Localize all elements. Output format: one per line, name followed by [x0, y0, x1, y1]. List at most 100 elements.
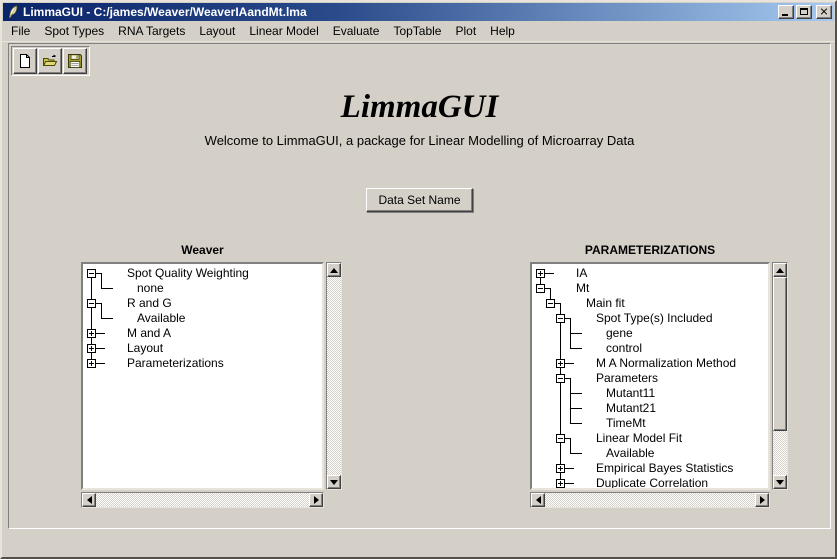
tree-item-label[interactable]: Empirical Bayes Statistics — [596, 461, 733, 476]
parameterizations-tree-panel: PARAMETERIZATIONS IAMtMain fitSpot Type(… — [530, 243, 788, 508]
scroll-up-button[interactable] — [327, 263, 341, 277]
tree-line — [570, 446, 571, 453]
tree-line — [564, 483, 574, 484]
page-title: LimmaGUI — [9, 88, 830, 126]
tree-line — [544, 273, 554, 274]
parameterizations-vertical-scrollbar[interactable] — [772, 262, 788, 490]
tree-line — [570, 438, 571, 446]
menu-item-help[interactable]: Help — [483, 22, 522, 40]
tree-item-label[interactable]: gene — [606, 326, 633, 341]
weaver-tree-view: Spot Quality WeightingnoneR and GAvailab… — [81, 262, 324, 490]
scroll-up-button[interactable] — [773, 263, 787, 277]
collapse-toggle-icon[interactable] — [556, 374, 565, 383]
collapse-toggle-icon[interactable] — [556, 434, 565, 443]
tree-item-label[interactable]: Mutant21 — [606, 401, 656, 416]
menu-item-layout[interactable]: Layout — [192, 22, 242, 40]
scroll-thumb[interactable] — [773, 277, 787, 431]
scroll-left-button[interactable] — [82, 493, 96, 507]
toolbar — [11, 46, 90, 76]
tree-row: Spot Quality Weighting — [83, 266, 322, 281]
menu-item-toptable[interactable]: TopTable — [386, 22, 448, 40]
tree-item-label[interactable]: Spot Type(s) Included — [596, 311, 713, 326]
tree-line — [95, 348, 105, 349]
tree-item-label[interactable]: R and G — [127, 296, 172, 311]
title-bar[interactable]: LimmaGUI - C:/james/Weaver/WeaverIAandMt… — [3, 3, 834, 21]
collapse-toggle-icon[interactable] — [546, 299, 555, 308]
expand-toggle-icon[interactable] — [87, 344, 96, 353]
tree-item-label[interactable]: M A Normalization Method — [596, 356, 736, 371]
tree-line — [570, 453, 582, 454]
open-file-button[interactable] — [38, 48, 62, 74]
arrow-left-icon — [536, 496, 541, 504]
scroll-right-button[interactable] — [309, 493, 323, 507]
expand-toggle-icon[interactable] — [87, 359, 96, 368]
scroll-left-button[interactable] — [531, 493, 545, 507]
maximize-icon — [800, 8, 808, 15]
scroll-track[interactable] — [327, 277, 341, 475]
tree-item-label[interactable]: Duplicate Correlation — [596, 476, 708, 490]
collapse-toggle-icon[interactable] — [87, 299, 96, 308]
tree-item-label[interactable]: Mt — [576, 281, 589, 296]
scroll-right-button[interactable] — [755, 493, 769, 507]
tree-item-label[interactable]: M and A — [127, 326, 171, 341]
arrow-down-icon — [776, 480, 784, 485]
collapse-toggle-icon[interactable] — [556, 314, 565, 323]
new-file-button[interactable] — [13, 48, 37, 74]
arrow-right-icon — [760, 496, 765, 504]
tree-line — [570, 333, 571, 341]
data-set-name-button[interactable]: Data Set Name — [366, 188, 472, 212]
save-file-button[interactable] — [63, 48, 87, 74]
menu-item-evaluate[interactable]: Evaluate — [326, 22, 387, 40]
expand-toggle-icon[interactable] — [556, 359, 565, 368]
collapse-toggle-icon[interactable] — [536, 284, 545, 293]
scroll-down-button[interactable] — [327, 475, 341, 489]
tree-item-label[interactable]: Linear Model Fit — [596, 431, 682, 446]
menu-item-spot-types[interactable]: Spot Types — [37, 22, 111, 40]
tree-row: Empirical Bayes Statistics — [532, 461, 768, 476]
maximize-button[interactable] — [796, 5, 812, 19]
tree-item-label[interactable]: Parameters — [596, 371, 658, 386]
expand-toggle-icon[interactable] — [556, 464, 565, 473]
arrow-up-icon — [330, 268, 338, 273]
tree-line — [570, 393, 571, 401]
expand-toggle-icon[interactable] — [536, 269, 545, 278]
tree-item-label[interactable]: control — [606, 341, 642, 356]
tree-row: Available — [83, 311, 322, 326]
save-floppy-icon — [67, 53, 83, 69]
close-button[interactable] — [816, 5, 832, 19]
weaver-vertical-scrollbar[interactable] — [326, 262, 342, 490]
tree-item-label[interactable]: Spot Quality Weighting — [127, 266, 249, 281]
tree-line — [91, 311, 92, 326]
scroll-track[interactable] — [96, 493, 309, 507]
tree-line — [101, 318, 113, 319]
tree-item-label[interactable]: Mutant11 — [606, 386, 655, 401]
tree-line — [570, 416, 571, 423]
scroll-track[interactable] — [545, 493, 755, 507]
tree-title-parameterizations: PARAMETERIZATIONS — [530, 243, 770, 259]
expand-toggle-icon[interactable] — [87, 329, 96, 338]
tree-item-label[interactable]: TimeMt — [606, 416, 646, 431]
tree-row: Mutant11 — [532, 386, 768, 401]
menu-item-file[interactable]: File — [4, 22, 37, 40]
weaver-horizontal-scrollbar[interactable] — [81, 492, 324, 508]
menu-item-linear-model[interactable]: Linear Model — [242, 22, 325, 40]
tree-line — [570, 401, 571, 408]
minimize-button[interactable] — [778, 5, 794, 19]
tree-item-label[interactable]: Parameterizations — [127, 356, 224, 371]
tree-line — [570, 408, 571, 416]
tree-item-label[interactable]: none — [137, 281, 164, 296]
tree-item-label[interactable]: Main fit — [586, 296, 625, 311]
expand-toggle-icon[interactable] — [556, 479, 565, 488]
collapse-toggle-icon[interactable] — [87, 269, 96, 278]
tree-item-label[interactable]: Available — [606, 446, 654, 461]
tree-item-label[interactable]: Layout — [127, 341, 163, 356]
menu-item-rna-targets[interactable]: RNA Targets — [111, 22, 192, 40]
tree-item-label[interactable]: Available — [137, 311, 185, 326]
menu-item-plot[interactable]: Plot — [448, 22, 483, 40]
scroll-down-button[interactable] — [773, 475, 787, 489]
tree-line — [570, 326, 571, 333]
tree-item-label[interactable]: IA — [576, 266, 587, 281]
tree-row: gene — [532, 326, 768, 341]
scroll-track[interactable] — [773, 277, 787, 475]
parameterizations-horizontal-scrollbar[interactable] — [530, 492, 770, 508]
